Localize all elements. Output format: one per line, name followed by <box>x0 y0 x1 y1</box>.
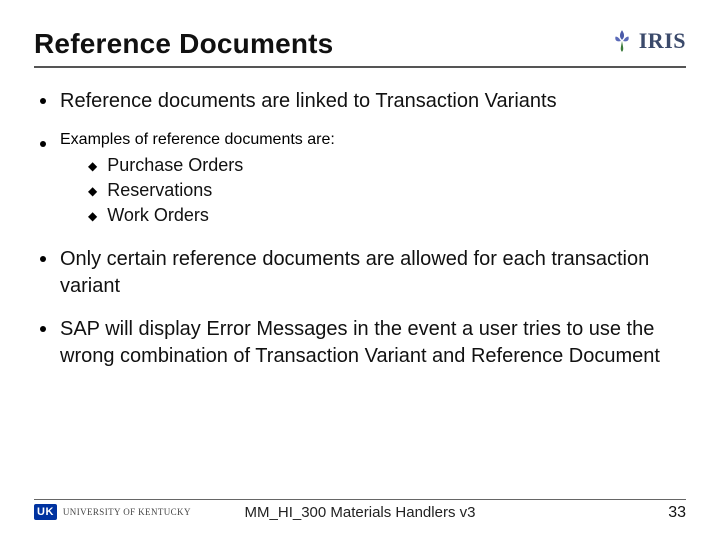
bullet-text: Reference documents are linked to Transa… <box>60 88 557 115</box>
slide: Reference Documents IRIS Reference docum… <box>0 0 720 540</box>
bullet-text: Only certain reference documents are all… <box>60 246 686 300</box>
slide-title: Reference Documents <box>34 28 333 60</box>
sub-bullet-text: Purchase Orders <box>107 155 243 176</box>
bullet-item: Reference documents are linked to Transa… <box>40 88 686 115</box>
sub-bullet-list: ◆ Purchase Orders ◆ Reservations ◆ Work Ord… <box>60 155 686 227</box>
sub-bullet-dot-icon: ◆ <box>88 180 97 202</box>
sub-bullet-item: ◆ Purchase Orders <box>88 155 686 177</box>
bullet-item: SAP will display Error Messages in the e… <box>40 316 686 370</box>
iris-logo-text: IRIS <box>639 28 686 54</box>
sub-bullet-text: Work Orders <box>107 205 209 226</box>
bullet-item: Examples of reference documents are: ◆ Pu… <box>40 131 686 230</box>
page-number: 33 <box>668 504 686 522</box>
bullet-item: Only certain reference documents are all… <box>40 246 686 300</box>
bullet-list: Reference documents are linked to Transa… <box>34 88 686 370</box>
header: Reference Documents IRIS <box>34 28 686 68</box>
bullet-dot-icon <box>40 141 46 147</box>
sub-bullet-item: ◆ Work Orders <box>88 205 686 227</box>
uk-badge: UK <box>34 504 57 520</box>
sub-bullet-item: ◆ Reservations <box>88 180 686 202</box>
bullet-dot-icon <box>40 98 46 104</box>
iris-flower-icon <box>609 28 635 54</box>
sub-bullet-text: Reservations <box>107 180 212 201</box>
uk-text: UNIVERSITY OF KENTUCKY <box>63 507 191 517</box>
footer-brand: UK UNIVERSITY OF KENTUCKY <box>34 504 191 520</box>
bullet-text: Examples of reference documents are: <box>60 131 335 148</box>
bullet-dot-icon <box>40 256 46 262</box>
footer: UK UNIVERSITY OF KENTUCKY MM_HI_300 Mate… <box>34 499 686 520</box>
sub-bullet-dot-icon: ◆ <box>88 155 97 177</box>
bullet-text: SAP will display Error Messages in the e… <box>60 316 686 370</box>
bullet-dot-icon <box>40 326 46 332</box>
iris-logo: IRIS <box>609 28 686 54</box>
footer-doc-title: MM_HI_300 Materials Handlers v3 <box>245 504 476 521</box>
sub-bullet-dot-icon: ◆ <box>88 205 97 227</box>
